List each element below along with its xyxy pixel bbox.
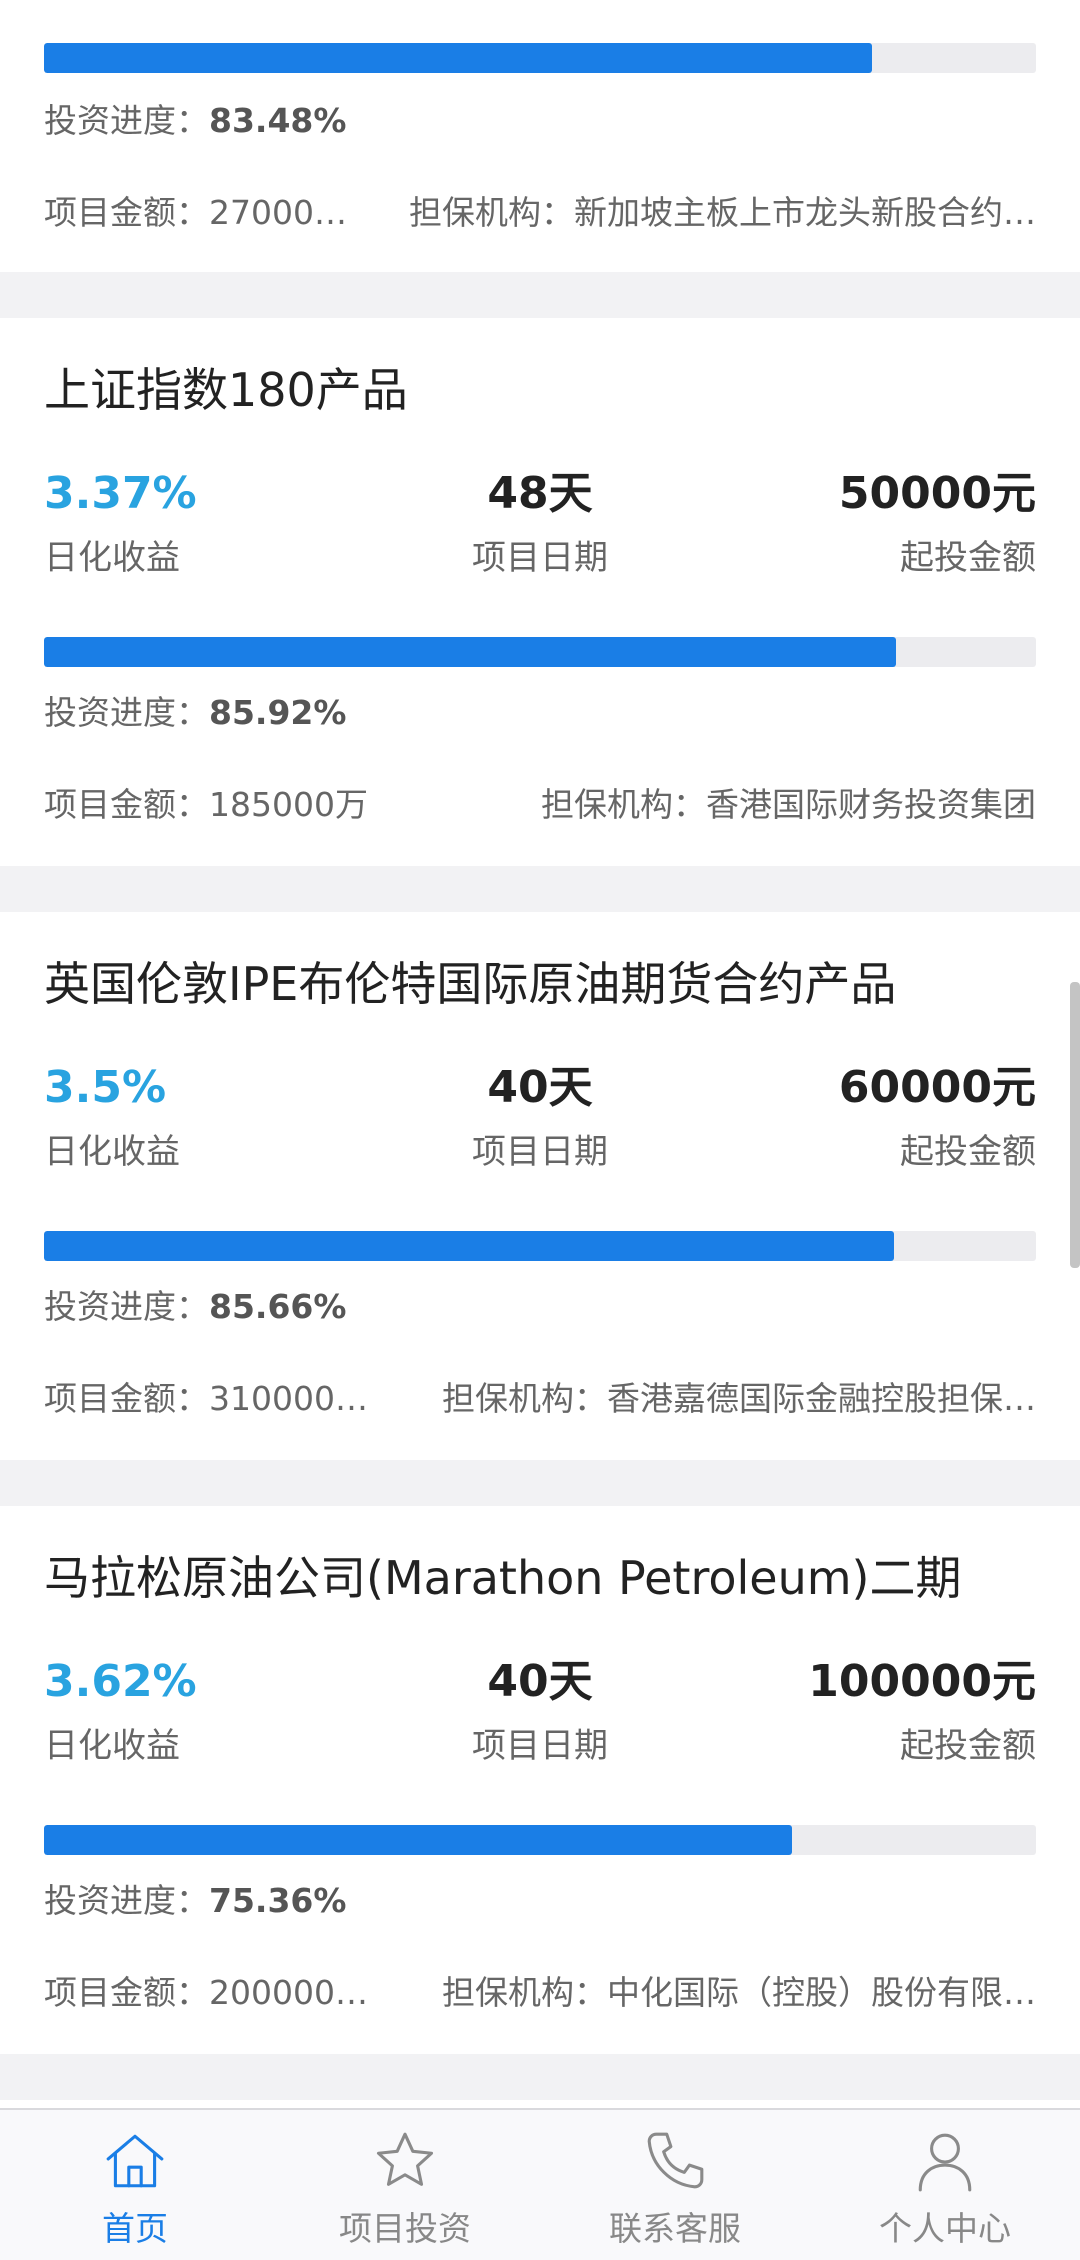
daily-yield-value: 3.5% (44, 1062, 167, 1113)
progress-line: 投资进度：85.66% (44, 1280, 1036, 1328)
product-title: 上证指数180产品 (44, 363, 408, 417)
person-icon (918, 2133, 972, 2192)
tab-home-label: 首页 (102, 2209, 168, 2248)
tab-projects[interactable]: 项目投资 (270, 2110, 540, 2260)
project-duration-label: 项目日期 (472, 538, 608, 578)
progress-bar-fill (44, 43, 873, 73)
product-stats: 3.62% 日化收益 40天 项目日期 100000元 起投金额 (44, 1652, 1036, 1767)
progress-bar-fill (44, 1825, 792, 1855)
app-screen: 投资进度：83.48% 项目金额：27000… 担保机构：新加坡主板上市龙头新股… (0, 0, 1080, 2260)
tab-profile-label: 个人中心 (879, 2209, 1011, 2248)
min-investment-label: 起投金额 (900, 1132, 1036, 1172)
product-meta: 项目金额：185000万 担保机构：香港国际财务投资集团 (44, 778, 1036, 826)
project-amount: 项目金额：27000… (44, 193, 347, 232)
progress-label: 投资进度： (44, 693, 209, 732)
daily-yield-value: 3.62% (44, 1656, 197, 1707)
min-investment-value: 50000元 (838, 468, 1036, 519)
progress-line: 投资进度：85.92% (44, 686, 1036, 734)
daily-yield-value: 3.37% (44, 468, 197, 519)
project-duration-label: 项目日期 (472, 1132, 608, 1172)
project-duration-label: 项目日期 (472, 1726, 608, 1766)
progress-line: 投资进度：75.36% (44, 1874, 1036, 1922)
progress-value: 85.66% (209, 1287, 347, 1326)
project-duration: 40天 项目日期 (380, 1652, 700, 1767)
project-amount: 项目金额：185000万 (44, 785, 368, 824)
tab-support-label: 联系客服 (609, 2209, 741, 2248)
progress-value: 85.92% (209, 693, 347, 732)
min-investment: 60000元 起投金额 (716, 1058, 1036, 1173)
product-meta: 项目金额：200000… 担保机构：中化国际（控股）股份有限… (44, 1966, 1036, 2014)
daily-yield-label: 日化收益 (44, 1726, 180, 1766)
progress-bar (44, 1231, 1036, 1261)
project-duration-value: 48天 (487, 468, 593, 519)
product-meta: 项目金额：27000… 担保机构：新加坡主板上市龙头新股合约… (44, 186, 1036, 234)
project-duration-value: 40天 (487, 1656, 593, 1707)
product-card-1[interactable]: 上证指数180产品 3.37% 日化收益 48天 项目日期 50000元 起投金… (0, 318, 1080, 866)
min-investment-value: 100000元 (808, 1656, 1036, 1707)
product-card-2[interactable]: 英国伦敦IPE布伦特国际原油期货合约产品 3.5% 日化收益 40天 项目日期 … (0, 912, 1080, 1460)
progress-label: 投资进度： (44, 1287, 209, 1326)
daily-yield: 3.5% 日化收益 (44, 1058, 364, 1173)
daily-yield-label: 日化收益 (44, 1132, 180, 1172)
guarantor: 担保机构：香港国际财务投资集团 (541, 785, 1036, 824)
progress-bar (44, 637, 1036, 667)
min-investment-label: 起投金额 (900, 1726, 1036, 1766)
progress-value: 75.36% (209, 1881, 347, 1920)
bottom-tab-bar: 首页 项目投资 联系客服 个人中心 (0, 2108, 1080, 2260)
tab-projects-label: 项目投资 (339, 2209, 471, 2248)
star-icon (376, 2132, 434, 2186)
min-investment-value: 60000元 (838, 1062, 1036, 1113)
tab-support[interactable]: 联系客服 (540, 2110, 810, 2260)
product-meta: 项目金额：310000… 担保机构：香港嘉德国际金融控股担保… (44, 1372, 1036, 1420)
project-amount: 项目金额：200000… (44, 1973, 368, 2012)
home-icon (106, 2134, 164, 2188)
progress-value: 83.48% (209, 101, 347, 140)
scrollbar[interactable] (1070, 982, 1080, 1268)
progress-bar-fill (44, 637, 897, 667)
product-title: 英国伦敦IPE布伦特国际原油期货合约产品 (44, 957, 897, 1011)
project-duration: 48天 项目日期 (380, 464, 700, 579)
tab-profile[interactable]: 个人中心 (810, 2110, 1080, 2260)
daily-yield-label: 日化收益 (44, 538, 180, 578)
guarantor: 担保机构：新加坡主板上市龙头新股合约… (409, 193, 1036, 232)
tab-home[interactable]: 首页 (0, 2110, 270, 2260)
product-title: 马拉松原油公司(Marathon Petroleum)二期 (44, 1551, 962, 1605)
product-card-3[interactable]: 马拉松原油公司(Marathon Petroleum)二期 3.62% 日化收益… (0, 1506, 1080, 2054)
progress-label: 投资进度： (44, 1881, 209, 1920)
project-duration: 40天 项目日期 (380, 1058, 700, 1173)
progress-bar (44, 43, 1036, 73)
daily-yield: 3.37% 日化收益 (44, 464, 364, 579)
progress-bar-fill (44, 1231, 894, 1261)
daily-yield: 3.62% 日化收益 (44, 1652, 364, 1767)
product-card-4[interactable] (0, 2100, 1080, 2108)
min-investment-label: 起投金额 (900, 538, 1036, 578)
phone-icon (647, 2132, 704, 2189)
product-stats: 3.5% 日化收益 40天 项目日期 60000元 起投金额 (44, 1058, 1036, 1173)
product-stats: 3.37% 日化收益 48天 项目日期 50000元 起投金额 (44, 464, 1036, 579)
project-amount: 项目金额：310000… (44, 1379, 368, 1418)
progress-label: 投资进度： (44, 101, 209, 140)
min-investment: 100000元 起投金额 (716, 1652, 1036, 1767)
min-investment: 50000元 起投金额 (716, 464, 1036, 579)
project-duration-value: 40天 (487, 1062, 593, 1113)
progress-bar (44, 1825, 1036, 1855)
progress-line: 投资进度：83.48% (44, 94, 1036, 142)
product-card-0[interactable]: 投资进度：83.48% 项目金额：27000… 担保机构：新加坡主板上市龙头新股… (0, 0, 1080, 272)
guarantor: 担保机构：中化国际（控股）股份有限… (442, 1973, 1036, 2012)
guarantor: 担保机构：香港嘉德国际金融控股担保… (442, 1379, 1036, 1418)
